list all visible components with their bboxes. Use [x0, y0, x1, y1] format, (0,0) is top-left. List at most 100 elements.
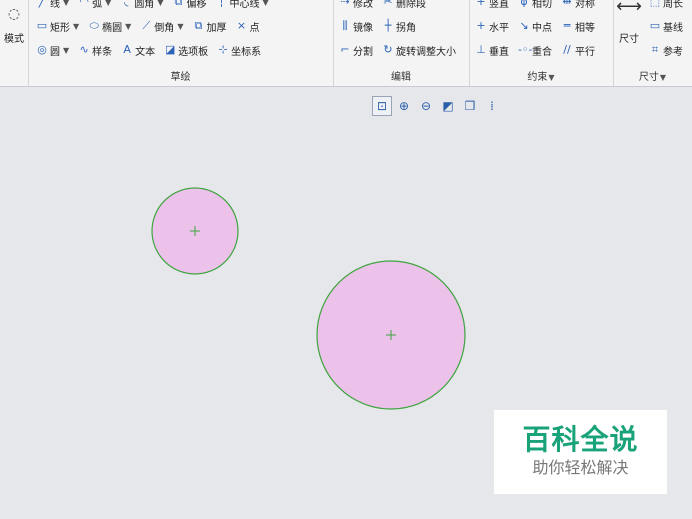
- cmd-perimeter-button[interactable]: ⬚ 周长: [649, 0, 683, 10]
- cmd-vertical-button[interactable]: + 竖直: [475, 0, 509, 10]
- sketch-group: ╱ 线 ▼ ◠ 弧 ▼ ◟ 圆角 ▼ ⧉ 偏移 ┆ 中心线 ▼ ▭ 矩形 ▼ ⬭ 椭圆 ▼ ⟋ 倒角 ▼ ⧉ 加厚 × 点 ◎ 圆 ▼…: [28, 0, 334, 86]
- small-circle[interactable]: [151, 187, 239, 275]
- dimension-button-label[interactable]: 尺寸: [615, 30, 643, 45]
- cmd-point-button[interactable]: × 点: [235, 19, 260, 34]
- watermark-title: 百科全说: [522, 423, 639, 456]
- circle-icon: ◎: [37, 43, 47, 56]
- thicken-icon: ⧉: [194, 19, 203, 32]
- mode-label[interactable]: 模式: [0, 30, 28, 45]
- cmd-centerline-button[interactable]: ┆ 中心线 ▼: [215, 0, 268, 10]
- tangent-icon: ϕ: [520, 0, 528, 8]
- parallel-icon: //: [563, 43, 571, 56]
- cmd-ellipse-button[interactable]: ⬭ 椭圆 ▼: [88, 19, 131, 34]
- sketch-row-1: ╱ 线 ▼ ◠ 弧 ▼ ◟ 圆角 ▼ ⧉ 偏移 ┆ 中心线 ▼: [36, 0, 275, 10]
- cmd-arc-button[interactable]: ◠ 弧 ▼: [78, 0, 111, 10]
- chevron-down-icon[interactable]: ▼: [73, 22, 79, 31]
- large-circle[interactable]: [316, 260, 466, 410]
- cmd-label: 矩形: [50, 22, 70, 34]
- constrain-group-title[interactable]: 约束▼: [469, 68, 613, 84]
- cmd-label: 删除段: [396, 0, 426, 10]
- modify-icon: ⇢: [340, 0, 350, 8]
- cmd-equal-button[interactable]: ═ 相等: [561, 19, 595, 34]
- cmd-perpendicular-button[interactable]: ⊥ 垂直: [475, 43, 509, 58]
- cmd-label: 重合: [532, 46, 552, 58]
- cmd-rotate-resize-button[interactable]: ↻ 旋转调整大小: [382, 43, 456, 58]
- cmd-coincident-button[interactable]: -◦- 重合: [518, 43, 552, 58]
- perpendicular-icon: ⊥: [476, 43, 486, 56]
- cmd-label: 倒角: [154, 22, 175, 34]
- cmd-horizontal-button[interactable]: + 水平: [475, 19, 509, 34]
- edit-row-3: ⌐ 分割 ↻ 旋转调整大小: [339, 42, 462, 58]
- cmd-circle-button[interactable]: ◎ 圆 ▼: [36, 43, 69, 58]
- cmd-parallel-button[interactable]: // 平行: [561, 43, 595, 58]
- chevron-down-icon: ▼: [548, 73, 555, 82]
- fillet-icon: ◟: [124, 0, 129, 8]
- line-icon: ╱: [38, 0, 46, 8]
- horizontal-icon: +: [476, 19, 486, 32]
- cmd-reference-button[interactable]: ⌗ 参考: [649, 43, 683, 58]
- vertical-icon: +: [476, 0, 486, 8]
- dimension-icon[interactable]: ⟷: [615, 0, 643, 17]
- coincident-icon: -◦-: [518, 43, 533, 56]
- cmd-thicken-button[interactable]: ⧉ 加厚: [192, 19, 227, 34]
- watermark-logo: 百科全说 助你轻松解决: [494, 410, 667, 494]
- cmd-fillet-button[interactable]: ◟ 圆角 ▼: [120, 0, 163, 10]
- cmd-offset-button[interactable]: ⧉ 偏移: [172, 0, 207, 10]
- chevron-down-icon[interactable]: ▼: [63, 0, 69, 7]
- edit-row-1: ⇢ 修改 ✂ 删除段: [339, 0, 432, 10]
- cmd-label: 圆角: [134, 0, 155, 10]
- cmd-midpoint-button[interactable]: ↘ 中点: [518, 19, 552, 34]
- reference-icon: ⌗: [651, 43, 659, 56]
- chevron-down-icon: ▼: [659, 73, 667, 82]
- text-icon: A: [123, 43, 131, 56]
- dimension-group-title[interactable]: 尺寸▼: [613, 68, 692, 84]
- cmd-label: 样条: [92, 46, 113, 58]
- constrain-row-3: ⊥ 垂直 -◦- 重合 // 平行: [475, 42, 601, 58]
- cmd-baseline-button[interactable]: ▭ 基线: [649, 19, 683, 34]
- watermark-subtitle: 助你轻松解决: [532, 458, 629, 477]
- edit-group-title: 编辑: [391, 72, 411, 83]
- cmd-spline-button[interactable]: ∿ 样条: [78, 43, 113, 58]
- cmd-divide-button[interactable]: ⌐ 分割: [339, 43, 373, 58]
- chevron-down-icon[interactable]: ▼: [125, 22, 131, 31]
- cmd-label: 偏移: [186, 0, 207, 10]
- cmd-rectangle-button[interactable]: ▭ 矩形 ▼: [36, 19, 79, 34]
- chevron-down-icon[interactable]: ▼: [105, 0, 111, 7]
- cmd-palette-button[interactable]: ◪ 选项板: [164, 43, 208, 58]
- cmd-text-button[interactable]: A 文本: [121, 43, 155, 58]
- chevron-down-icon[interactable]: ▼: [262, 0, 268, 7]
- cmd-label: 旋转调整大小: [396, 46, 456, 58]
- cmd-label: 线: [50, 0, 60, 10]
- cmd-label: 基线: [663, 22, 683, 34]
- corner-icon: ┼: [384, 19, 392, 32]
- constrain-group: + 竖直 ϕ 相切 ⇹ 对称 + 水平 ↘ 中点 ═ 相等 ⊥ 垂直 -◦- 重合 // 平行 约束▼: [469, 0, 614, 86]
- chevron-down-icon[interactable]: ▼: [63, 46, 69, 55]
- sketch-row-2: ▭ 矩形 ▼ ⬭ 椭圆 ▼ ⟋ 倒角 ▼ ⧉ 加厚 × 点: [36, 18, 265, 34]
- cmd-label: 文本: [135, 46, 156, 58]
- cmd-coordinate-system-button[interactable]: ⊹ 坐标系: [217, 43, 262, 58]
- cmd-line-button[interactable]: ╱ 线 ▼: [36, 0, 69, 10]
- cmd-chamfer-button[interactable]: ⟋ 倒角 ▼: [140, 19, 183, 34]
- cmd-label: 垂直: [489, 46, 509, 58]
- symmetric-icon: ⇹: [562, 0, 572, 8]
- cmd-corner-button[interactable]: ┼ 拐角: [382, 19, 416, 34]
- chamfer-icon: ⟋: [142, 19, 151, 32]
- cmd-symmetric-button[interactable]: ⇹ 对称: [561, 0, 595, 10]
- cmd-label: 分割: [353, 46, 373, 58]
- cmd-tangent-button[interactable]: ϕ 相切: [518, 0, 552, 10]
- cmd-label: 平行: [575, 46, 595, 58]
- chevron-down-icon[interactable]: ▼: [157, 0, 163, 7]
- baseline-icon: ▭: [649, 19, 661, 32]
- point-icon: ×: [236, 19, 247, 32]
- rectangle-icon: ▭: [36, 19, 48, 32]
- constrain-row-1: + 竖直 ϕ 相切 ⇹ 对称: [475, 0, 601, 10]
- cmd-delete-segment-button[interactable]: ✂ 删除段: [382, 0, 426, 10]
- cmd-modify-button[interactable]: ⇢ 修改: [339, 0, 373, 10]
- cmd-label: 竖直: [489, 0, 509, 10]
- equal-icon: ═: [563, 19, 571, 32]
- chevron-down-icon[interactable]: ▼: [177, 22, 183, 31]
- ribbon-toolbar: ◌ 模式 ╱ 线 ▼ ◠ 弧 ▼ ◟ 圆角 ▼ ⧉ 偏移 ┆ 中心线 ▼ ▭ 矩形 ▼ ⬭ 椭圆 ▼ ⟋ 倒角 ▼ ⧉ 加厚 ×…: [0, 0, 692, 87]
- mode-group: ◌ 模式: [0, 0, 29, 86]
- mode-icon[interactable]: ◌: [0, 6, 28, 22]
- cmd-mirror-button[interactable]: ⫼ 镜像: [339, 19, 373, 34]
